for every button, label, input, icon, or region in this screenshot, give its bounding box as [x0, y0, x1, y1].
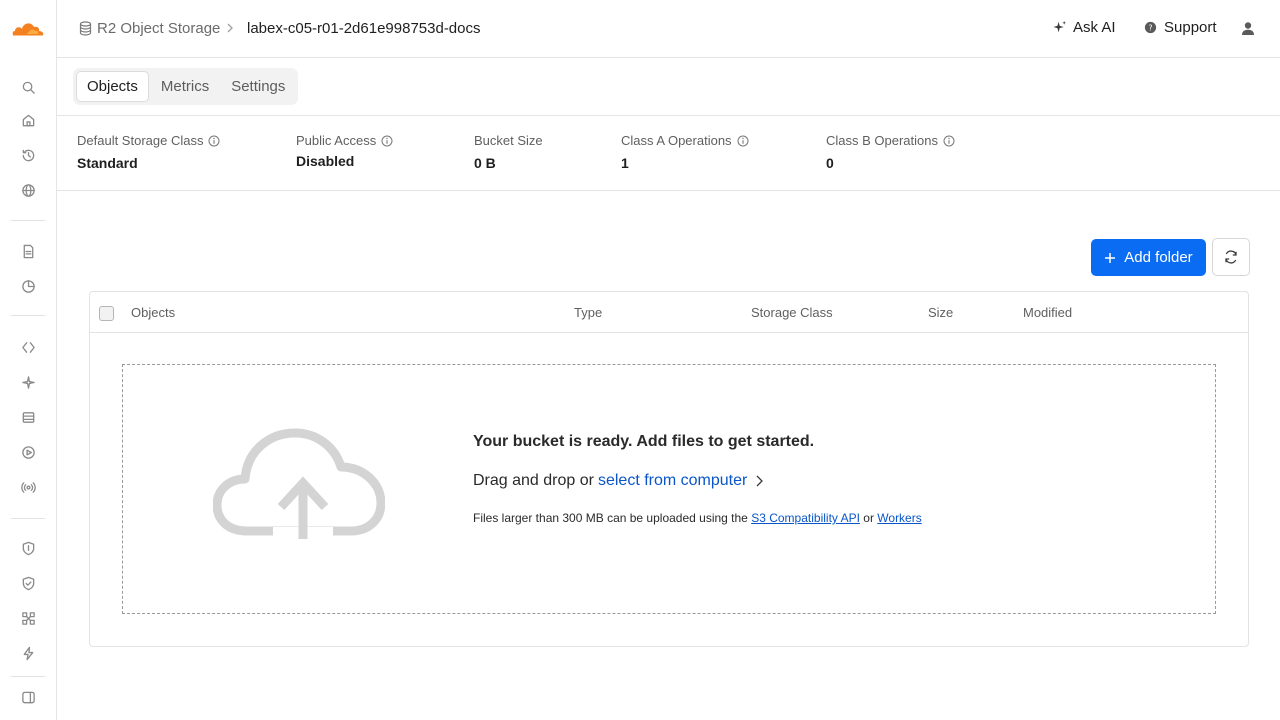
database-icon [79, 21, 92, 36]
sparkle-icon [1053, 20, 1067, 33]
info-icon[interactable] [381, 135, 393, 147]
stat-value: 0 [826, 155, 834, 171]
shield-check-icon[interactable] [19, 574, 37, 592]
stat-value: Disabled [296, 153, 355, 169]
breadcrumb-current: labex-c05-r01-2d61e998753d-docs [247, 20, 481, 37]
stat-label: Class A Operations [621, 133, 732, 148]
broadcast-icon[interactable] [19, 478, 37, 496]
add-folder-button[interactable]: Add folder [1091, 239, 1206, 276]
column-modified[interactable]: Modified [1023, 305, 1072, 320]
sidebar [0, 0, 57, 720]
support-label: Support [1164, 19, 1217, 36]
stat-class-a: Class A Operations 1 [621, 133, 749, 171]
stat-value: Standard [77, 155, 138, 171]
stat-class-b: Class B Operations 0 [826, 133, 955, 171]
stat-bucket-size: Bucket Size 0 B [474, 133, 543, 171]
home-icon[interactable] [19, 111, 37, 129]
bucket-stats: Default Storage Class Standard Public Ac… [57, 115, 1280, 191]
ask-ai-button[interactable]: Ask AI [1052, 19, 1116, 36]
column-type[interactable]: Type [574, 305, 602, 320]
stat-public-access: Public Access Disabled [296, 133, 393, 169]
tab-settings[interactable]: Settings [221, 71, 295, 102]
stat-label: Public Access [296, 133, 377, 148]
stat-label: Default Storage Class [77, 133, 204, 148]
cloud-upload-icon [213, 428, 385, 539]
history-icon[interactable] [19, 146, 37, 164]
objects-table: Objects Type Storage Class Size Modified… [89, 291, 1249, 647]
info-icon[interactable] [737, 135, 749, 147]
play-icon[interactable] [19, 443, 37, 461]
document-icon[interactable] [19, 242, 37, 260]
column-storage-class[interactable]: Storage Class [751, 305, 833, 320]
stat-value: 0 B [474, 155, 496, 171]
info-icon[interactable] [208, 135, 220, 147]
info-icon[interactable] [943, 135, 955, 147]
ask-ai-label: Ask AI [1073, 19, 1116, 36]
select-from-computer-link[interactable]: select from computer [598, 472, 747, 490]
code-icon[interactable] [19, 338, 37, 356]
chevron-right-icon [227, 23, 233, 33]
user-icon[interactable] [1241, 21, 1255, 36]
upload-dropzone[interactable]: Your bucket is ready. Add files to get s… [122, 364, 1216, 614]
breadcrumb-root[interactable]: R2 Object Storage [97, 20, 220, 37]
lightning-icon[interactable] [19, 644, 37, 662]
cloudflare-logo-icon[interactable] [11, 17, 45, 39]
svg-text:?: ? [1149, 23, 1153, 32]
table-header: Objects Type Storage Class Size Modified [90, 292, 1248, 333]
empty-state-title: Your bucket is ready. Add files to get s… [473, 433, 815, 450]
upload-note-text: Files larger than 300 MB can be uploaded… [473, 511, 748, 525]
stat-storage-class: Default Storage Class Standard [77, 133, 220, 171]
help-circle-icon: ? [1144, 21, 1157, 34]
drag-drop-text: Drag and drop or [473, 472, 594, 489]
add-folder-label: Add folder [1124, 249, 1193, 266]
upload-note: Files larger than 300 MB can be uploaded… [473, 511, 922, 525]
refresh-icon [1225, 250, 1237, 264]
plus-icon [1105, 252, 1116, 263]
sidebar-divider [11, 315, 45, 316]
storage-icon[interactable] [19, 408, 37, 426]
network-icon[interactable] [19, 609, 37, 627]
sidebar-divider [11, 518, 45, 519]
globe-icon[interactable] [19, 181, 37, 199]
stat-label: Class B Operations [826, 133, 938, 148]
tab-objects[interactable]: Objects [76, 71, 149, 102]
sidebar-divider [11, 676, 45, 677]
drag-drop-line: Drag and drop or select from computer [473, 472, 764, 490]
column-size[interactable]: Size [928, 305, 953, 320]
select-all-checkbox[interactable] [99, 306, 114, 321]
top-bar: R2 Object Storage labex-c05-r01-2d61e998… [57, 0, 1280, 58]
upload-note-or: or [863, 511, 874, 525]
workers-link[interactable]: Workers [877, 511, 921, 525]
refresh-button[interactable] [1212, 238, 1250, 276]
stat-value: 1 [621, 155, 629, 171]
search-icon[interactable] [19, 78, 37, 96]
ai-sparkle-icon[interactable] [19, 373, 37, 391]
support-button[interactable]: ? Support [1143, 19, 1217, 36]
stat-label: Bucket Size [474, 133, 543, 148]
collapse-sidebar-icon[interactable] [19, 688, 37, 706]
chevron-right-icon [756, 475, 764, 487]
sidebar-divider [11, 220, 45, 221]
s3-compatibility-api-link[interactable]: S3 Compatibility API [751, 511, 860, 525]
analytics-icon[interactable] [19, 277, 37, 295]
column-objects[interactable]: Objects [131, 305, 175, 320]
tab-metrics[interactable]: Metrics [151, 71, 219, 102]
bucket-tabs: Objects Metrics Settings [73, 68, 299, 105]
shield-icon[interactable] [19, 539, 37, 557]
